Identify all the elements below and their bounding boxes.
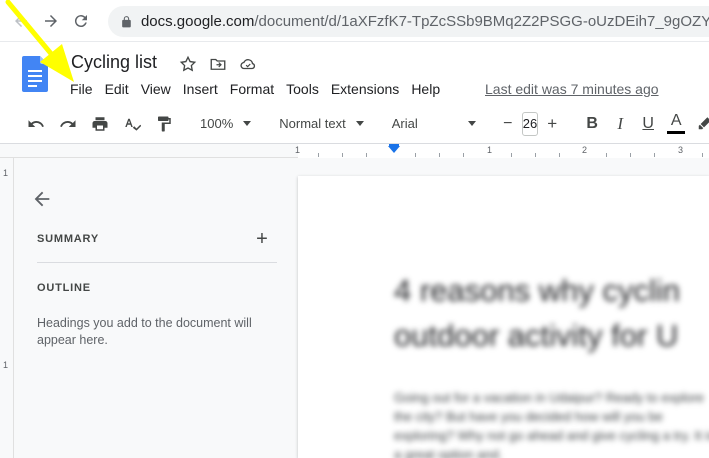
ruler-tick <box>366 153 367 157</box>
spellcheck-icon <box>125 118 141 131</box>
ruler-number: 2 <box>582 145 588 155</box>
formatting-toolbar: 100% Normal text Arial − 26 + B I U A <box>0 104 709 144</box>
text-color-letter: A <box>670 112 682 129</box>
ruler-tick <box>439 153 440 157</box>
ruler-tick <box>559 153 560 157</box>
printer-icon <box>92 116 108 131</box>
star-icon <box>179 55 197 72</box>
italic-button[interactable]: I <box>606 110 634 138</box>
paragraph-style-value: Normal text <box>279 116 346 131</box>
ruler-tick <box>415 153 416 157</box>
url-path: /document/d/1aXFzfK7-TpZcSSb9BMq2Z2PSGG-… <box>254 13 709 30</box>
ruler-track <box>298 144 709 158</box>
spellcheck-button[interactable] <box>118 110 146 138</box>
menu-extensions[interactable]: Extensions <box>325 79 405 99</box>
ruler-number: 3 <box>678 145 684 155</box>
ruler-tick <box>654 153 655 157</box>
caret-down-icon <box>467 121 476 126</box>
menu-file[interactable]: File <box>64 79 99 99</box>
close-outline-arrow-icon[interactable] <box>31 188 53 210</box>
back-button[interactable] <box>6 6 36 36</box>
ruler-tick <box>630 153 631 157</box>
docs-logo-icon[interactable] <box>22 56 48 92</box>
ruler-tick <box>318 153 319 157</box>
redo-icon <box>60 119 76 127</box>
title-actions <box>178 54 258 74</box>
document-title[interactable]: Cycling list <box>71 52 157 73</box>
lock-icon <box>122 15 131 27</box>
sidebar-divider <box>37 262 277 263</box>
star-button[interactable] <box>178 54 198 74</box>
cloud-status-button[interactable] <box>238 54 258 74</box>
ruler-number: 1 <box>295 145 301 155</box>
url-text: docs.google.com/document/d/1aXFzfK7-TpZc… <box>141 13 709 30</box>
print-button[interactable] <box>86 110 114 138</box>
font-value: Arial <box>391 116 418 131</box>
text-color-icon: A <box>667 112 686 134</box>
document-outline-panel: SUMMARY + OUTLINE Headings you add to th… <box>14 158 298 458</box>
forward-button[interactable] <box>36 6 66 36</box>
text-color-button[interactable]: A <box>662 110 690 138</box>
outline-empty-hint: Headings you add to the document will ap… <box>37 316 252 347</box>
outline-heading: OUTLINE <box>37 282 91 294</box>
heading-line: 4 reasons why cyclin <box>394 273 681 308</box>
address-bar[interactable]: docs.google.com/document/d/1aXFzfK7-TpZc… <box>108 6 709 37</box>
summary-heading: SUMMARY <box>37 233 100 245</box>
menu-help[interactable]: Help <box>405 79 446 99</box>
undo-icon <box>28 119 44 127</box>
highlighter-icon <box>698 116 709 129</box>
ruler-number: 1 <box>3 168 9 178</box>
caret-down-icon <box>355 121 364 126</box>
ruler-tick <box>535 153 536 157</box>
folder-move-icon <box>210 58 226 70</box>
ruler-tick <box>702 153 703 157</box>
ruler-tick <box>606 153 607 157</box>
zoom-select[interactable]: 100% <box>194 116 257 131</box>
document-heading: 4 reasons why cyclin outdoor activity fo… <box>394 268 680 358</box>
move-button[interactable] <box>208 54 228 74</box>
reload-button[interactable] <box>66 6 96 36</box>
zoom-value: 100% <box>200 116 234 131</box>
ruler-tick <box>511 153 512 157</box>
url-host: docs.google.com <box>140 13 255 30</box>
add-summary-button[interactable]: + <box>252 228 272 250</box>
document-page[interactable]: 4 reasons why cyclin outdoor activity fo… <box>298 176 709 458</box>
highlight-button[interactable] <box>690 110 709 138</box>
paragraph-style-select[interactable]: Normal text <box>273 116 369 131</box>
docs-header: Cycling list File Edit View Insert Forma… <box>0 42 709 104</box>
undo-button[interactable] <box>22 110 50 138</box>
decrease-font-size-button[interactable]: − <box>498 110 518 138</box>
arrow-left-icon <box>15 14 27 27</box>
ruler-tick <box>463 153 464 157</box>
menu-bar: File Edit View Insert Format Tools Exten… <box>64 79 446 99</box>
increase-font-size-button[interactable]: + <box>542 110 562 138</box>
paint-format-button[interactable] <box>150 110 178 138</box>
menu-format[interactable]: Format <box>224 79 280 99</box>
heading-line: outdoor activity for U <box>394 318 679 353</box>
menu-insert[interactable]: Insert <box>177 79 224 99</box>
reload-icon <box>74 14 87 27</box>
last-edit-link[interactable]: Last edit was 7 minutes ago <box>485 81 659 97</box>
caret-down-icon <box>243 121 252 126</box>
menu-tools[interactable]: Tools <box>280 79 325 99</box>
underline-button[interactable]: U <box>634 110 662 138</box>
left-indent-marker[interactable] <box>388 146 400 153</box>
horizontal-ruler[interactable]: 1 1 2 3 <box>0 144 709 158</box>
bold-button[interactable]: B <box>578 110 606 138</box>
ruler-number: 1 <box>3 360 9 370</box>
menu-edit[interactable]: Edit <box>99 79 135 99</box>
browser-toolbar: docs.google.com/document/d/1aXFzfK7-TpZc… <box>0 0 709 42</box>
ruler-tick <box>342 153 343 157</box>
text-color-bar <box>667 131 686 134</box>
document-body-text: Going out for a vacation in Udaipur? Rea… <box>394 390 709 458</box>
menu-view[interactable]: View <box>135 79 177 99</box>
font-size-input[interactable]: 26 <box>521 111 539 136</box>
redo-button[interactable] <box>54 110 82 138</box>
font-select[interactable]: Arial <box>386 116 482 131</box>
vertical-ruler[interactable]: 1 1 <box>0 158 14 458</box>
ruler-number: 1 <box>487 145 493 155</box>
paint-roller-icon <box>158 116 171 131</box>
cloud-done-icon <box>240 59 256 70</box>
arrow-right-icon <box>45 14 57 27</box>
